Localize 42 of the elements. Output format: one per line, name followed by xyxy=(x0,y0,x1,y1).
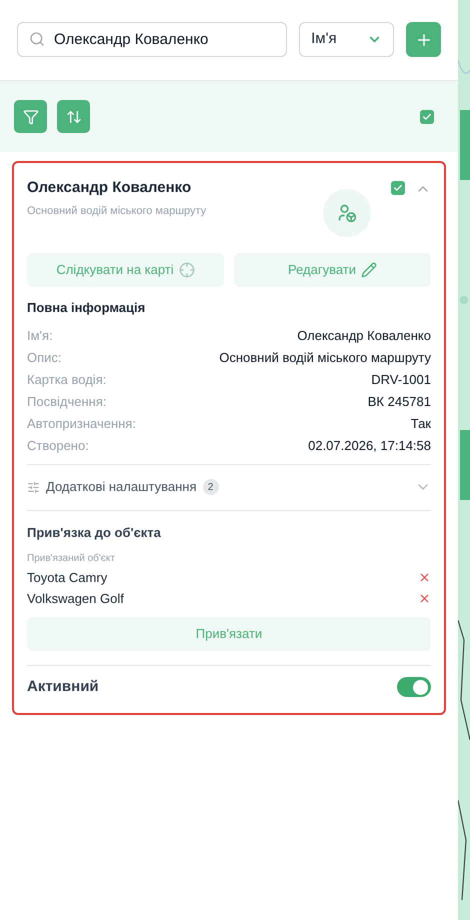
active-toggle[interactable] xyxy=(397,677,431,698)
search-icon xyxy=(29,31,45,47)
checkbox[interactable] xyxy=(391,181,405,195)
info-value: Основний водій міського маршруту xyxy=(219,348,431,366)
extra-settings-label: Додаткові налаштування xyxy=(46,478,196,496)
sliders-icon xyxy=(27,480,40,494)
filter-icon xyxy=(22,108,38,124)
section-title: Повна інформація xyxy=(27,299,146,317)
add-button[interactable] xyxy=(406,22,441,57)
target-icon xyxy=(178,262,195,278)
active-label: Активний xyxy=(27,677,99,697)
remove-icon[interactable] xyxy=(418,592,431,605)
info-value: Олександр Коваленко xyxy=(297,326,431,344)
info-label: Картка водія: xyxy=(27,370,106,388)
bound-object: Toyota Camry xyxy=(27,568,108,587)
info-label: Автопризначення: xyxy=(27,414,136,432)
remove-icon[interactable] xyxy=(418,571,431,584)
checkbox[interactable] xyxy=(420,110,434,124)
info-label: Створено: xyxy=(27,436,89,454)
section-title: Прив'язка до об'єкта xyxy=(27,524,162,542)
driver-name: Олександр Коваленко xyxy=(27,178,192,198)
extra-settings-row[interactable]: Додаткові налаштування 2 xyxy=(27,464,431,510)
bound-object: Volkswagen Golf xyxy=(27,590,124,608)
info-label: Опис: xyxy=(27,348,62,366)
search-by-dropdown[interactable]: Ім'я xyxy=(299,22,394,57)
info-value: 02.07.2026, 17:14:58 xyxy=(308,436,431,454)
search-field[interactable]: Олександр Коваленко xyxy=(17,22,288,57)
driver-description: Основний водій міського маршруту xyxy=(27,204,208,218)
check-icon xyxy=(422,112,432,122)
sort-icon xyxy=(66,108,82,124)
count-badge: 2 xyxy=(202,479,218,495)
check-icon xyxy=(393,183,403,193)
sort-button[interactable] xyxy=(57,100,90,133)
info-label: Посвідчення: xyxy=(27,392,106,410)
pencil-icon xyxy=(361,262,378,278)
info-value: ВК 245781 xyxy=(368,392,431,410)
filter-button[interactable] xyxy=(14,100,47,133)
info-value: Так xyxy=(410,414,431,432)
info-value: DRV-1001 xyxy=(371,370,431,388)
info-label: Ім'я: xyxy=(27,326,53,344)
objects-caption: Прив'язаний об'єкт xyxy=(27,552,116,566)
driver-icon xyxy=(337,203,357,223)
